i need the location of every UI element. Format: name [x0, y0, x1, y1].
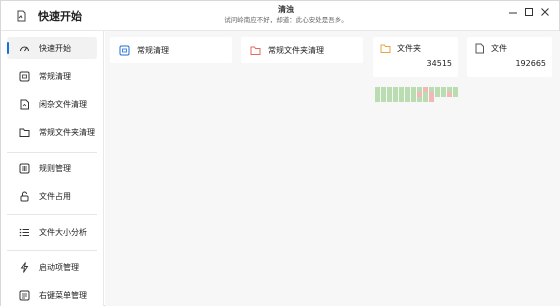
stat-card-folders: 文件夹 34515 [373, 37, 458, 77]
main-content: 常规清理 常规文件夹清理 文件夹 34515 文件 192665 [105, 31, 560, 306]
scan-cell [441, 92, 446, 97]
sidebar-item-context-menu[interactable]: 右键菜单管理 [7, 284, 97, 306]
sidebar-item-label: 常规文件夹清理 [39, 127, 95, 137]
sidebar-item-label: 闲杂文件清理 [39, 99, 87, 109]
sidebar-item-startup[interactable]: 启动项管理 [7, 256, 97, 278]
stat-value: 34515 [426, 59, 452, 68]
minimize-icon[interactable] [507, 6, 519, 18]
file-icon [474, 43, 485, 54]
file-icon [19, 99, 30, 110]
sidebar-divider [7, 152, 97, 153]
bolt-icon [19, 261, 30, 273]
list-icon [19, 227, 30, 238]
sidebar-item-misc-files[interactable]: 闲杂文件清理 [7, 93, 97, 115]
stat-card-files: 文件 192665 [467, 37, 552, 77]
close-icon[interactable] [539, 6, 551, 18]
scan-cell [411, 97, 416, 102]
sidebar-item-label: 常规清理 [39, 71, 71, 81]
card-folder-clean[interactable]: 常规文件夹清理 [241, 37, 363, 63]
sidebar-item-label: 文件大小分析 [39, 227, 87, 237]
window-title: 清浊 [278, 5, 294, 14]
folder-icon [250, 45, 261, 56]
folder-icon [380, 43, 391, 54]
scan-cell [417, 97, 422, 102]
card-label: 常规文件夹清理 [268, 46, 324, 55]
lock-icon [19, 191, 30, 202]
broom-box-icon [119, 45, 130, 56]
sidebar-item-label: 快速开始 [39, 43, 71, 53]
app-window: 快速开始 清浊 试问岭南应不好，却道：此心安处是吾乡。 快速开始 常规清理 闲杂… [0, 0, 560, 306]
maximize-icon[interactable] [523, 6, 535, 18]
sidebar-item-label: 文件占用 [39, 191, 71, 201]
scan-cell [447, 92, 452, 97]
stat-value: 192665 [515, 59, 546, 68]
scan-cell [429, 97, 434, 102]
folder-icon [19, 127, 30, 138]
scan-cell [405, 97, 410, 102]
window-controls [507, 6, 551, 18]
card-label: 常规清理 [137, 46, 169, 55]
scan-cell [453, 92, 458, 97]
sidebar-divider [7, 250, 97, 251]
app-title: 快速开始 [38, 10, 82, 23]
sidebar-item-rules[interactable]: 规则管理 [7, 157, 97, 179]
scan-cell [375, 97, 380, 102]
sidebar-item-file-lock[interactable]: 文件占用 [7, 185, 97, 207]
sidebar: 快速开始 常规清理 闲杂文件清理 常规文件夹清理 规则管理 文件占用 文件大小分… [1, 31, 104, 306]
rules-icon [19, 163, 30, 174]
app-logo-icon [16, 10, 27, 22]
sidebar-item-label: 启动项管理 [39, 262, 79, 272]
scan-cell [399, 97, 404, 102]
scan-cell [381, 97, 386, 102]
sidebar-item-regular-clean[interactable]: 常规清理 [7, 65, 97, 87]
window-subtitle: 试问岭南应不好，却道：此心安处是吾乡。 [224, 16, 348, 24]
sidebar-item-size-analysis[interactable]: 文件大小分析 [7, 221, 97, 243]
scan-cell [393, 97, 398, 102]
card-regular-clean[interactable]: 常规清理 [110, 37, 232, 63]
menu-box-icon [19, 290, 30, 301]
scan-cell [387, 97, 392, 102]
scan-cell [423, 97, 428, 102]
title-center: 清浊 试问岭南应不好，却道：此心安处是吾乡。 [181, 5, 391, 25]
sidebar-item-label: 右键菜单管理 [39, 290, 87, 300]
sidebar-item-folder-clean[interactable]: 常规文件夹清理 [7, 121, 97, 143]
scan-cell [435, 92, 440, 97]
broom-box-icon [19, 71, 30, 82]
sidebar-item-quick-start[interactable]: 快速开始 [7, 37, 97, 59]
stat-label: 文件夹 [397, 44, 421, 53]
stat-label: 文件 [491, 44, 507, 53]
title-bar: 快速开始 清浊 试问岭南应不好，却道：此心安处是吾乡。 [1, 1, 559, 31]
sidebar-item-label: 规则管理 [39, 163, 71, 173]
speedometer-icon [19, 43, 30, 54]
sidebar-divider [7, 214, 97, 215]
